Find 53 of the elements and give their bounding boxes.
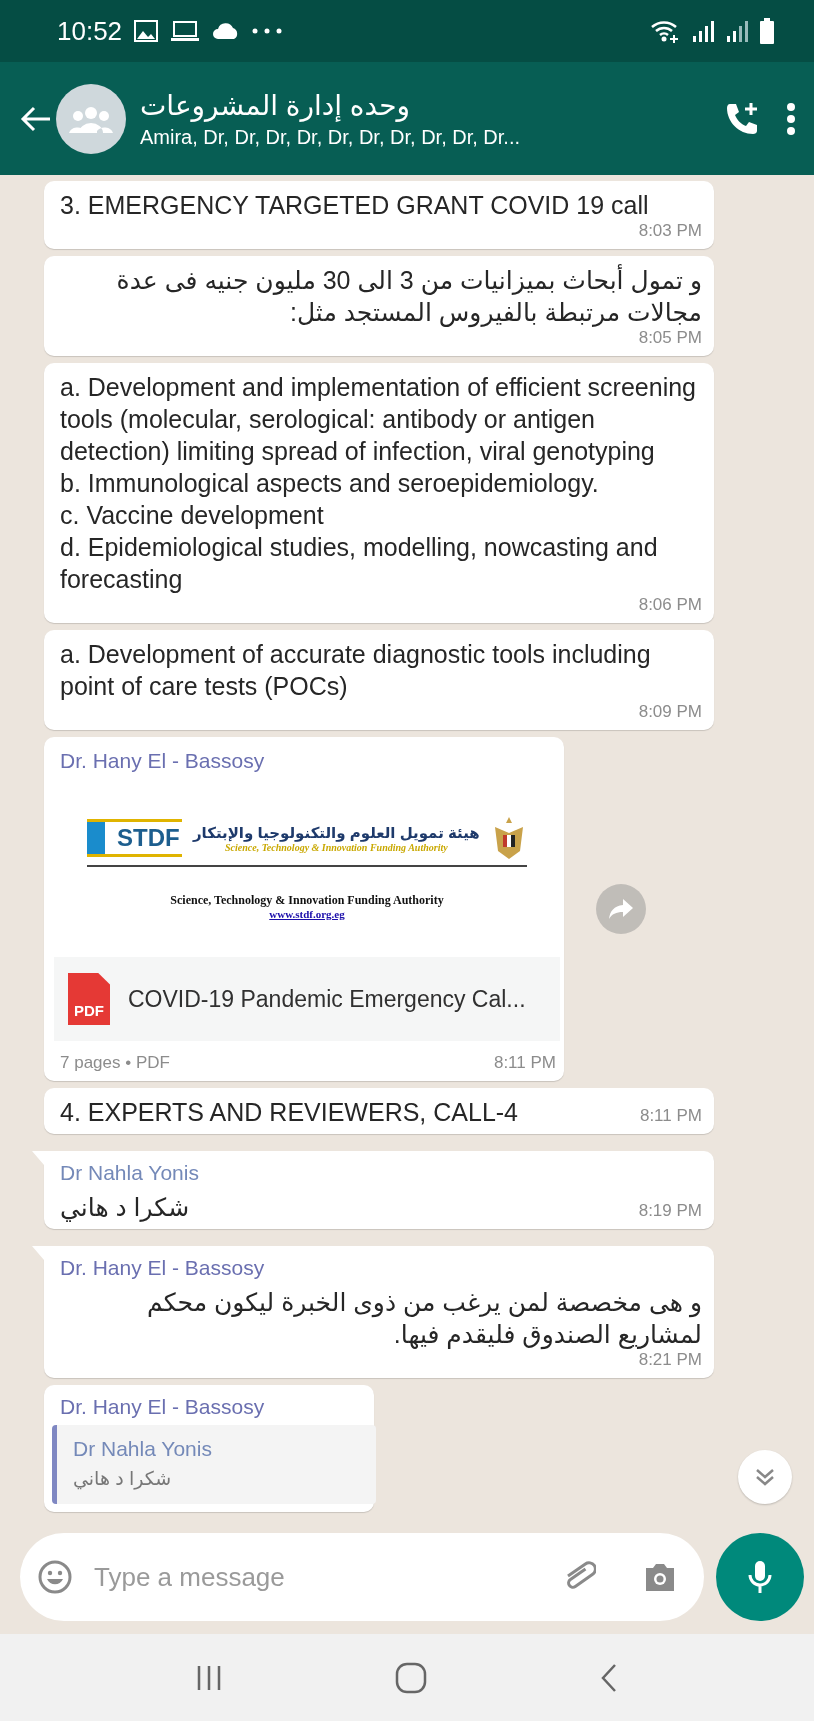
message-time: 8:05 PM <box>638 328 702 349</box>
file-name: COVID-19 Pandemic Emergency Cal... <box>128 985 526 1013</box>
sender-name: Dr Nahla Yonis <box>60 1161 200 1185</box>
group-name: وحده إدارة المشروعات <box>140 88 412 122</box>
more-notifications-icon <box>252 28 283 34</box>
message-time: 8:21 PM <box>638 1350 702 1371</box>
menu-icon[interactable] <box>786 101 796 136</box>
recent-apps-icon[interactable] <box>196 1663 223 1692</box>
stdf-logo: STDF <box>87 819 182 857</box>
message-text: d. Epidemiological studies, modelling, nowcasting and forecasting <box>60 532 659 595</box>
emoji-icon[interactable] <box>38 1560 72 1594</box>
laptop-icon <box>170 20 201 42</box>
organization-english-name: Science, Technology & Innovation Funding Authority <box>225 841 448 853</box>
message-time: 8:09 PM <box>638 702 702 723</box>
document-heading: Science, Technology & Innovation Funding Authority <box>170 893 444 908</box>
message-text: و هى مخصصة لمن يرغب من ذوى الخبرة ليكون محكم لمشاريع الصندوق فليقدم فيها. <box>146 1287 702 1350</box>
signal-icon <box>692 20 714 42</box>
message-text: شكرا د هاني <box>60 1192 190 1223</box>
message-text: b. Immunological aspects and seroepidemiology. <box>60 468 600 499</box>
home-icon[interactable] <box>395 1661 427 1694</box>
message-text: 3. EMERGENCY TARGETED GRANT COVID 19 call <box>60 190 649 221</box>
message-time: 8:19 PM <box>638 1201 702 1222</box>
quoted-sender: Dr Nahla Yonis <box>73 1437 213 1461</box>
organization-arabic-name: هيئة تمويل العلوم والتكنولوجيا والإبتكار <box>192 823 480 842</box>
double-chevron-down-icon[interactable] <box>754 1467 776 1487</box>
message-time: 8:11 PM <box>493 1053 556 1073</box>
group-members: Amira, Dr, Dr, Dr, Dr, Dr, Dr, Dr, Dr, Dr, Dr... <box>140 125 522 149</box>
file-meta: 7 pages • PDF <box>60 1053 170 1073</box>
message-time: 8:06 PM <box>638 595 702 616</box>
image-icon <box>134 20 159 42</box>
document-message[interactable] <box>44 737 564 1081</box>
message-text: c. Vaccine development <box>60 500 325 531</box>
sender-name: Dr. Hany El - Bassosy <box>60 749 266 773</box>
message-time: 8:11 PM <box>639 1106 702 1127</box>
message-text: و تمول أبحاث بميزانيات من 3 الى 30 مليون جنيه فى عدة مجالات مرتبطة بالفيروس المستجد مثل: <box>115 264 702 328</box>
clock: 10:52 <box>57 15 123 47</box>
message-time: 8:03 PM <box>638 221 702 242</box>
back-icon[interactable] <box>599 1662 618 1693</box>
scroll-down-button[interactable] <box>738 1450 792 1504</box>
sender-name: Dr. Hany El - Bassosy <box>60 1256 266 1280</box>
signal-icon <box>726 20 748 42</box>
website-link[interactable]: www.stdf.org.eg <box>269 908 345 920</box>
message-text: a. Development of accurate diagnostic tools including point of care tests (POCs) <box>60 639 652 702</box>
message-input[interactable]: Type a message <box>92 1560 542 1594</box>
quoted-text: شكرا د هاني <box>73 1467 173 1490</box>
microphone-icon[interactable] <box>748 1559 772 1595</box>
message-text: 4. EXPERTS AND REVIEWERS, CALL-4 <box>60 1097 519 1128</box>
pdf-file-icon: PDF <box>68 973 110 1025</box>
sender-name: Dr. Hany El - Bassosy <box>60 1395 266 1419</box>
wifi-icon <box>650 19 680 43</box>
add-call-icon[interactable] <box>724 100 760 137</box>
battery-icon <box>760 18 774 44</box>
back-arrow-icon[interactable] <box>20 104 52 133</box>
